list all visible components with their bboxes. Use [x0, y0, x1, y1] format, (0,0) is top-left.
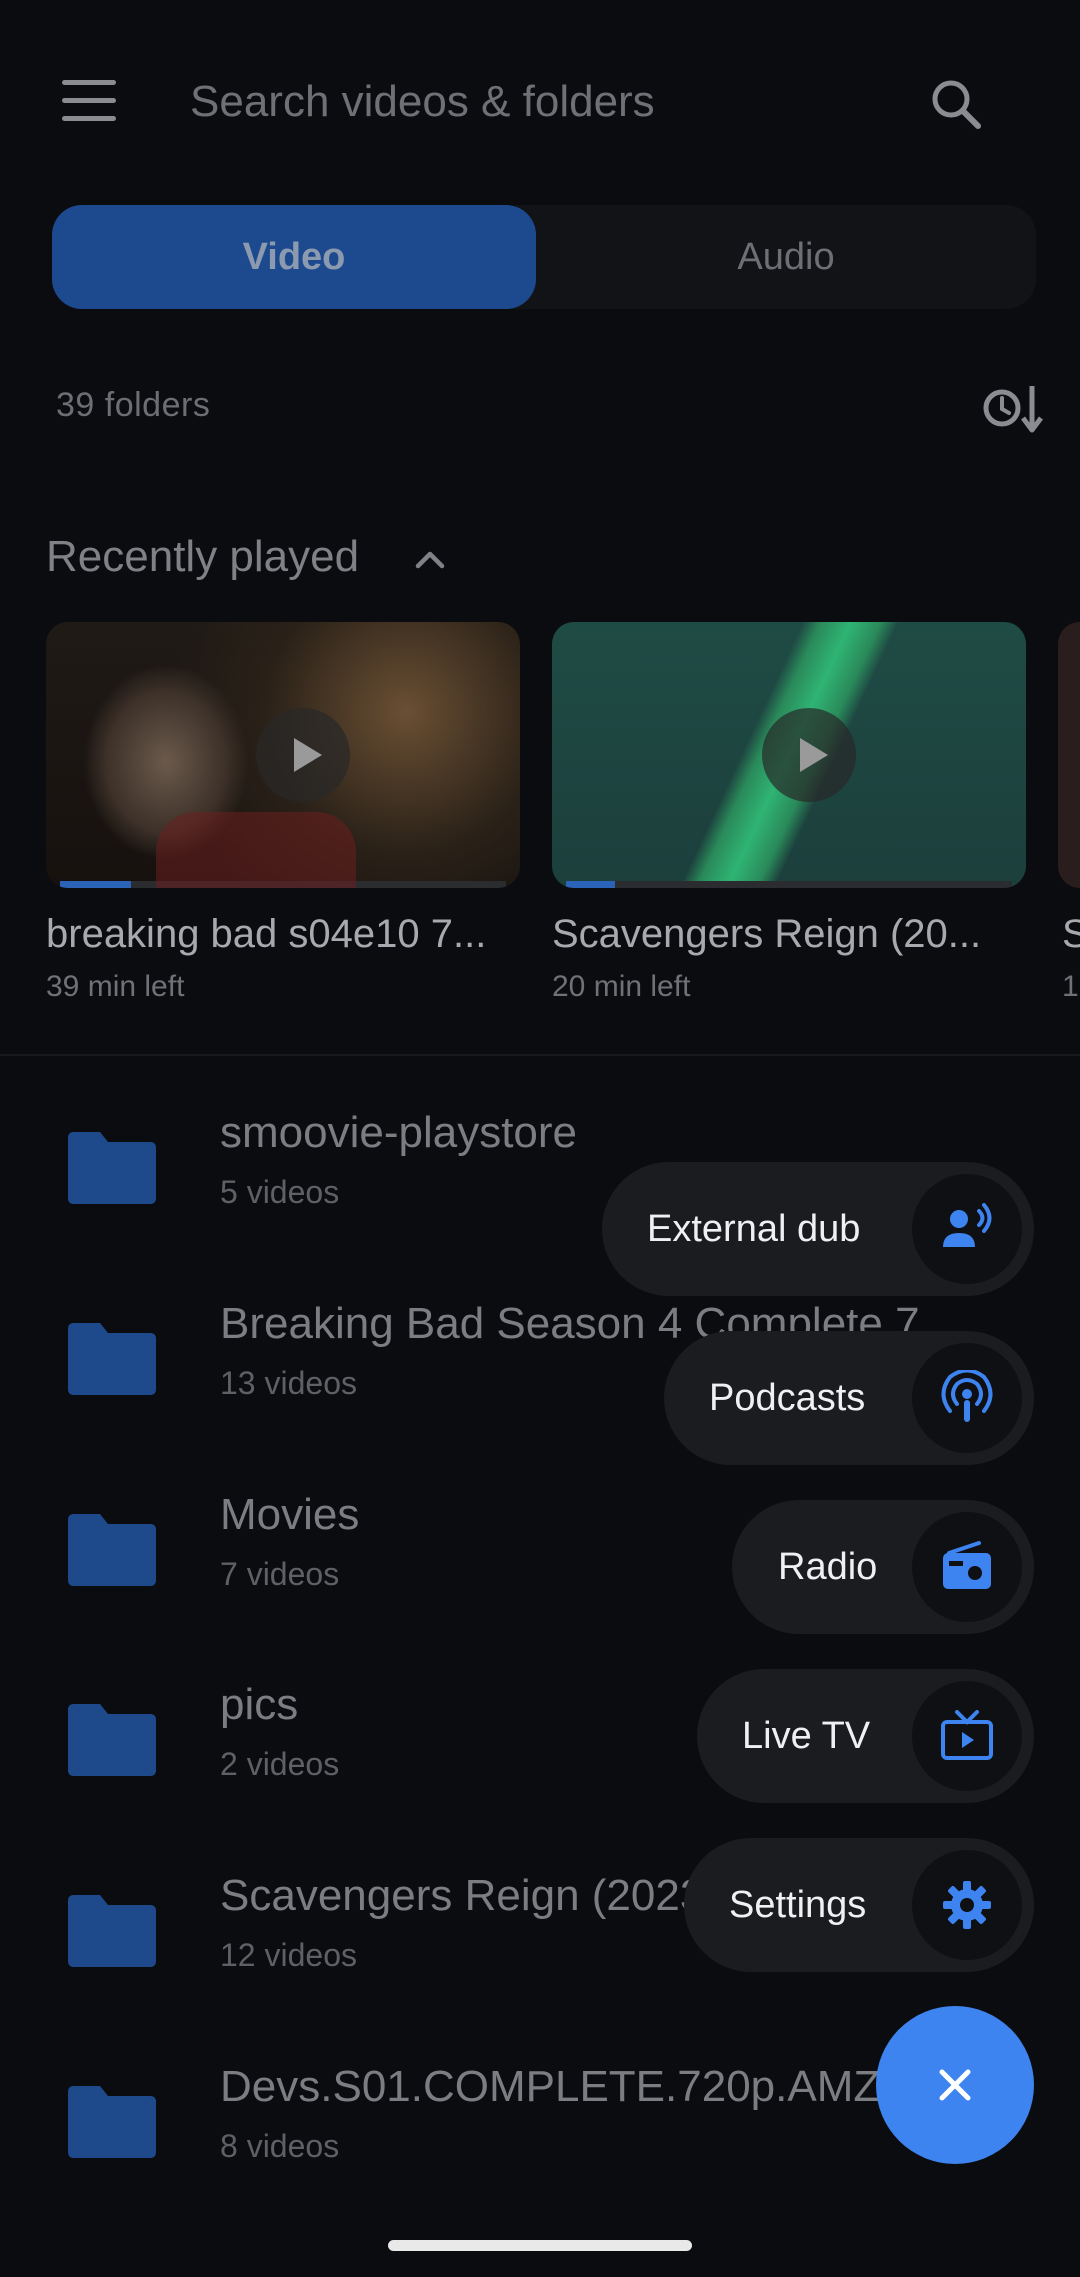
- card-title: breaking bad s04e10 7...: [46, 912, 487, 956]
- radio-icon: [912, 1512, 1022, 1622]
- folder-icon: [68, 1704, 156, 1776]
- search-icon[interactable]: [928, 76, 984, 132]
- folder-icon: [68, 1132, 156, 1204]
- folder-icon: [68, 1323, 156, 1395]
- folder-icon: [68, 1895, 156, 1967]
- speed-dial-label: Podcasts: [709, 1377, 866, 1419]
- sort-recent-icon[interactable]: [980, 380, 1044, 436]
- card-title: Scavengers Reign (20...: [552, 912, 982, 956]
- podcast-icon: [912, 1343, 1022, 1453]
- card-title: S: [1062, 912, 1080, 956]
- divider: [0, 1054, 1080, 1056]
- speed-dial-podcasts[interactable]: Podcasts: [664, 1331, 1034, 1465]
- section-title: Recently played: [46, 532, 360, 581]
- search-input[interactable]: [190, 70, 890, 134]
- chevron-up-icon[interactable]: [410, 540, 450, 580]
- card-time-left: 20 min left: [552, 970, 691, 1003]
- tab-audio[interactable]: Audio: [536, 205, 1036, 309]
- folder-name: Movies: [220, 1490, 360, 1539]
- tv-icon: [912, 1681, 1022, 1791]
- folder-name: Scavengers Reign (2023): [220, 1871, 719, 1920]
- home-indicator: [388, 2240, 692, 2251]
- speed-dial-label: Settings: [729, 1884, 867, 1926]
- gear-icon: [912, 1850, 1022, 1960]
- close-icon: [939, 2069, 971, 2101]
- speed-dial-external-dub[interactable]: External dub: [602, 1162, 1034, 1296]
- play-icon[interactable]: [762, 708, 856, 802]
- menu-icon[interactable]: [62, 80, 116, 122]
- speed-dial-label: External dub: [647, 1208, 861, 1250]
- media-tabs: Video Audio: [52, 205, 1036, 309]
- folder-name: Devs.S01.COMPLETE.720p.AMZN: [220, 2062, 913, 2111]
- recent-card-peek[interactable]: [1058, 622, 1080, 888]
- folder-video-count: 7 videos: [220, 1556, 340, 1592]
- voice-icon: [912, 1174, 1022, 1284]
- play-icon[interactable]: [256, 708, 350, 802]
- tab-video[interactable]: Video: [52, 205, 536, 309]
- close-fab-button[interactable]: [876, 2006, 1034, 2164]
- speed-dial-label: Live TV: [742, 1715, 871, 1757]
- folder-video-count: 5 videos: [220, 1174, 340, 1210]
- card-time-left: 19: [1062, 970, 1080, 1003]
- folder-video-count: 2 videos: [220, 1746, 340, 1782]
- speed-dial-label: Radio: [778, 1546, 878, 1588]
- folder-video-count: 13 videos: [220, 1365, 357, 1401]
- folder-name: smoovie-playstore: [220, 1108, 578, 1157]
- folder-icon: [68, 1514, 156, 1586]
- speed-dial-radio[interactable]: Radio: [732, 1500, 1034, 1634]
- folder-icon: [68, 2086, 156, 2158]
- video-thumbnail: [46, 622, 520, 888]
- folder-name: pics: [220, 1680, 299, 1729]
- speed-dial-live-tv[interactable]: Live TV: [697, 1669, 1034, 1803]
- folder-count: 39 folders: [56, 386, 211, 424]
- folder-video-count: 12 videos: [220, 1937, 357, 1973]
- speed-dial-settings[interactable]: Settings: [684, 1838, 1034, 1972]
- folder-video-count: 8 videos: [220, 2128, 340, 2164]
- progress-bar: [566, 881, 1012, 888]
- card-time-left: 39 min left: [46, 970, 185, 1003]
- progress-bar: [60, 881, 506, 888]
- video-thumbnail: [552, 622, 1026, 888]
